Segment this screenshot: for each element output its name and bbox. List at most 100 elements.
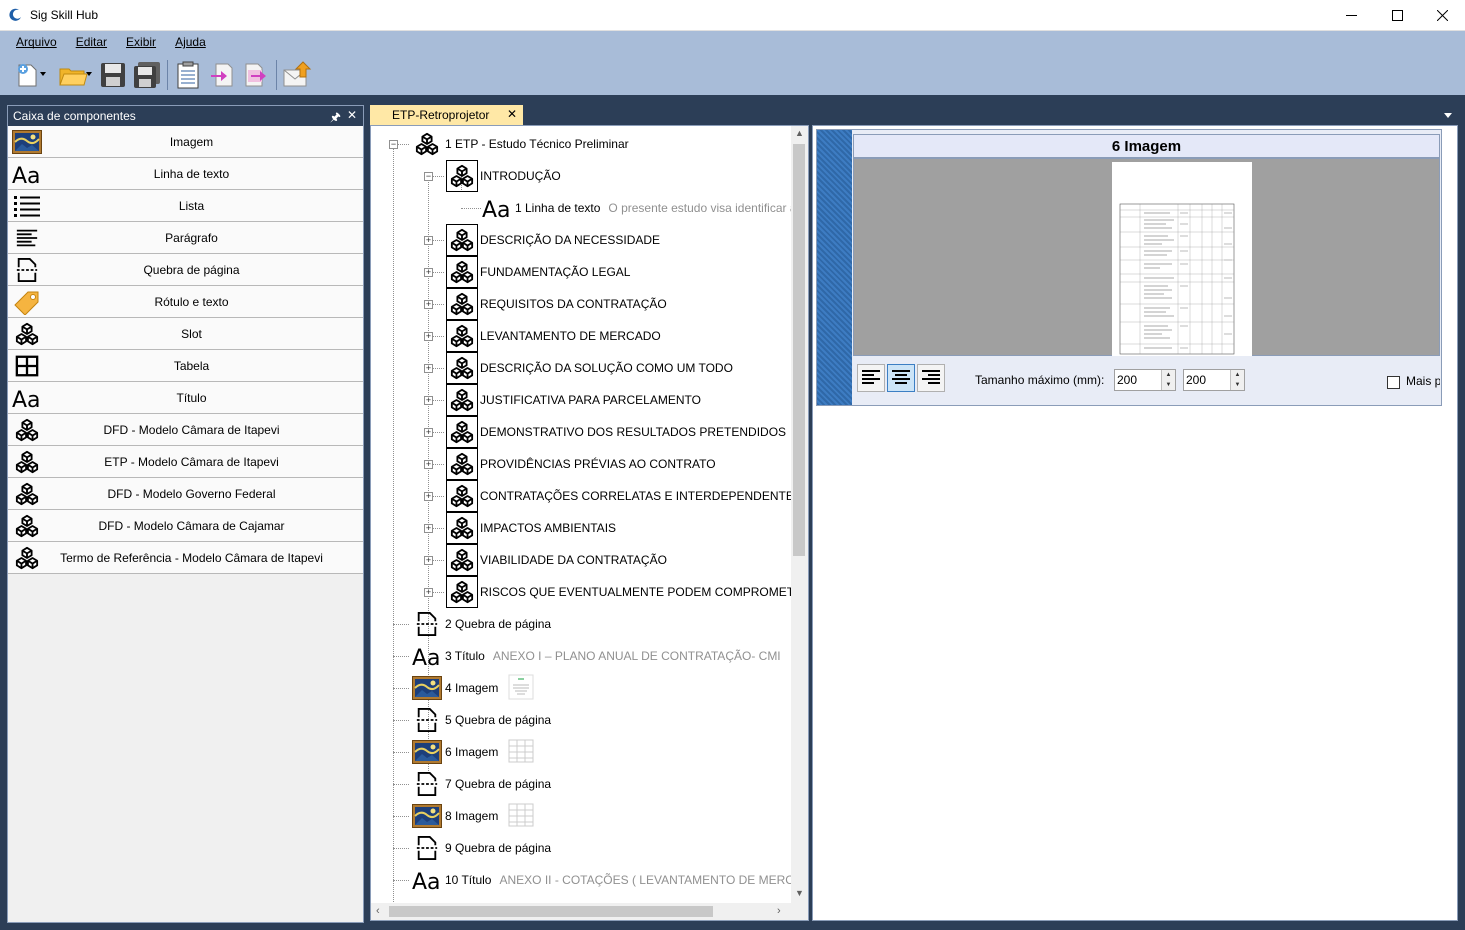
close-tab-icon[interactable]: ✕ — [507, 107, 517, 121]
tree-node[interactable]: Aa 1 Linha de texto O presente estudo visa… — [481, 192, 797, 224]
expand-icon[interactable]: + — [424, 428, 433, 437]
tree-node[interactable]: REQUISITOS DA CONTRATAÇÃO — [446, 288, 667, 320]
tree-node[interactable]: VIABILIDADE DA CONTRATAÇÃO — [446, 544, 667, 576]
tree-node[interactable]: LEVANTAMENTO DE MERCADO — [446, 320, 661, 352]
expand-icon[interactable]: + — [424, 460, 433, 469]
hscroll-thumb[interactable] — [389, 906, 713, 917]
open-dropdown-caret-icon[interactable] — [86, 72, 92, 76]
maximize-button[interactable] — [1374, 0, 1420, 31]
tab-etp-retroprojetor[interactable]: ETP-Retroprojetor ✕ — [370, 105, 523, 125]
align-center-button[interactable] — [887, 364, 915, 392]
save-all-button[interactable] — [130, 58, 164, 92]
component-item[interactable]: ETP - Modelo Câmara de Itapevi — [8, 446, 363, 478]
max-width-value[interactable]: 200 — [1117, 373, 1137, 387]
tree-vertical-scrollbar[interactable]: ▲ ▼ — [791, 126, 808, 904]
tree-node[interactable]: DEMONSTRATIVO DOS RESULTADOS PRETENDIDOS — [446, 416, 786, 448]
menu-exibir[interactable]: Exibir — [116, 31, 165, 54]
tree-node[interactable]: Aa 3 Título ANEXO I – PLANO ANUAL DE CONTR… — [411, 640, 781, 672]
tree-node[interactable]: FUNDAMENTAÇÃO LEGAL — [446, 256, 630, 288]
width-spin-buttons[interactable]: ▲ ▼ — [1161, 370, 1175, 390]
menu-ajuda[interactable]: Ajuda — [165, 31, 215, 54]
scroll-left-icon[interactable]: ‹ — [376, 905, 380, 917]
component-item[interactable]: Rótulo e texto — [8, 286, 363, 318]
send-mail-button[interactable] — [280, 58, 314, 92]
expand-icon[interactable]: + — [424, 588, 433, 597]
more-options-checkbox[interactable] — [1387, 376, 1400, 389]
tree-connector — [433, 368, 444, 369]
tree-node[interactable]: Aa 10 Título ANEXO II - COTAÇÕES ( LEVANTA… — [411, 864, 808, 896]
component-item[interactable]: DFD - Modelo Governo Federal — [8, 478, 363, 510]
collapse-icon[interactable]: − — [389, 140, 398, 149]
tree-node[interactable]: 1 ETP - Estudo Técnico Preliminar — [411, 128, 629, 160]
open-folder-button[interactable] — [50, 58, 96, 92]
import-button[interactable] — [205, 58, 239, 92]
max-height-stepper[interactable]: 200 ▲ ▼ — [1183, 369, 1245, 391]
component-item[interactable]: DFD - Modelo Câmara de Itapevi — [8, 414, 363, 446]
close-window-button[interactable] — [1419, 0, 1465, 31]
close-panel-icon[interactable]: ✕ — [347, 108, 357, 122]
component-item[interactable]: Aa Linha de texto — [8, 158, 363, 190]
cubes-icon — [446, 384, 478, 416]
align-right-button[interactable] — [917, 364, 945, 392]
tree-node[interactable]: 9 Quebra de página — [411, 832, 551, 864]
spin-up-icon[interactable]: ▲ — [1162, 370, 1175, 380]
component-item[interactable]: Tabela — [8, 350, 363, 382]
component-item[interactable]: Parágrafo — [8, 222, 363, 254]
tree-node[interactable]: INTRODUÇÃO — [446, 160, 561, 192]
tree-node[interactable]: DESCRIÇÃO DA SOLUÇÃO COMO UM TODO — [446, 352, 733, 384]
component-item[interactable]: Aa Título — [8, 382, 363, 414]
tree-node[interactable]: RISCOS QUE EVENTUALMENTE PODEM COMPROMET… — [446, 576, 808, 608]
collapse-icon[interactable]: − — [424, 172, 433, 181]
tree-node[interactable]: 6 Imagem — [411, 736, 536, 768]
spin-up-icon[interactable]: ▲ — [1231, 370, 1244, 380]
new-document-button[interactable] — [4, 58, 50, 92]
expand-icon[interactable]: + — [424, 268, 433, 277]
spin-down-icon[interactable]: ▼ — [1231, 380, 1244, 390]
component-item[interactable]: Lista — [8, 190, 363, 222]
scroll-up-icon[interactable]: ▲ — [795, 128, 804, 138]
tree-connector — [461, 208, 481, 209]
expand-icon[interactable]: + — [424, 300, 433, 309]
minimize-button[interactable] — [1328, 0, 1374, 31]
tree-node[interactable]: CONTRATAÇÕES CORRELATAS E INTERDEPENDENT… — [446, 480, 802, 512]
tree-node[interactable]: JUSTIFICATIVA PARA PARCELAMENTO — [446, 384, 701, 416]
component-item[interactable]: Quebra de página — [8, 254, 363, 286]
component-item[interactable]: Slot — [8, 318, 363, 350]
tree-node[interactable]: IMPACTOS AMBIENTAIS — [446, 512, 616, 544]
tree-connector — [393, 752, 409, 753]
save-button[interactable] — [96, 58, 130, 92]
expand-icon[interactable]: + — [424, 556, 433, 565]
spin-down-icon[interactable]: ▼ — [1162, 380, 1175, 390]
clipboard-button[interactable] — [171, 58, 205, 92]
tab-list-dropdown-icon[interactable] — [1444, 113, 1452, 118]
export-button[interactable] — [239, 58, 273, 92]
expand-icon[interactable]: + — [424, 492, 433, 501]
menu-editar[interactable]: Editar — [66, 31, 116, 54]
align-left-button[interactable] — [857, 364, 885, 392]
tree-node[interactable]: PROVIDÊNCIAS PRÉVIAS AO CONTRATO — [446, 448, 716, 480]
editor-drag-handle[interactable] — [817, 130, 852, 405]
expand-icon[interactable]: + — [424, 364, 433, 373]
component-item[interactable]: Termo de Referência - Modelo Câmara de I… — [8, 542, 363, 574]
scroll-right-icon[interactable]: › — [777, 905, 781, 917]
expand-icon[interactable]: + — [424, 524, 433, 533]
height-spin-buttons[interactable]: ▲ ▼ — [1230, 370, 1244, 390]
tree-node[interactable]: 2 Quebra de página — [411, 608, 551, 640]
tree-node[interactable]: 8 Imagem — [411, 800, 536, 832]
max-width-stepper[interactable]: 200 ▲ ▼ — [1114, 369, 1176, 391]
max-height-value[interactable]: 200 — [1186, 373, 1206, 387]
scroll-down-icon[interactable]: ▼ — [795, 888, 804, 898]
expand-icon[interactable]: + — [424, 396, 433, 405]
menu-arquivo[interactable]: Arquivo — [0, 31, 66, 54]
expand-icon[interactable]: + — [424, 236, 433, 245]
tree-node[interactable]: DESCRIÇÃO DA NECESSIDADE — [446, 224, 660, 256]
component-item[interactable]: DFD - Modelo Câmara de Cajamar — [8, 510, 363, 542]
new-dropdown-caret-icon[interactable] — [40, 72, 46, 76]
component-item[interactable]: Imagem — [8, 126, 363, 158]
tree-node[interactable]: 4 Imagem — [411, 672, 536, 704]
tree-node[interactable]: 5 Quebra de página — [411, 704, 551, 736]
scroll-thumb[interactable] — [793, 144, 805, 556]
expand-icon[interactable]: + — [424, 332, 433, 341]
tree-node[interactable]: 7 Quebra de página — [411, 768, 551, 800]
tree-horizontal-scrollbar[interactable]: ‹ › — [371, 903, 808, 920]
